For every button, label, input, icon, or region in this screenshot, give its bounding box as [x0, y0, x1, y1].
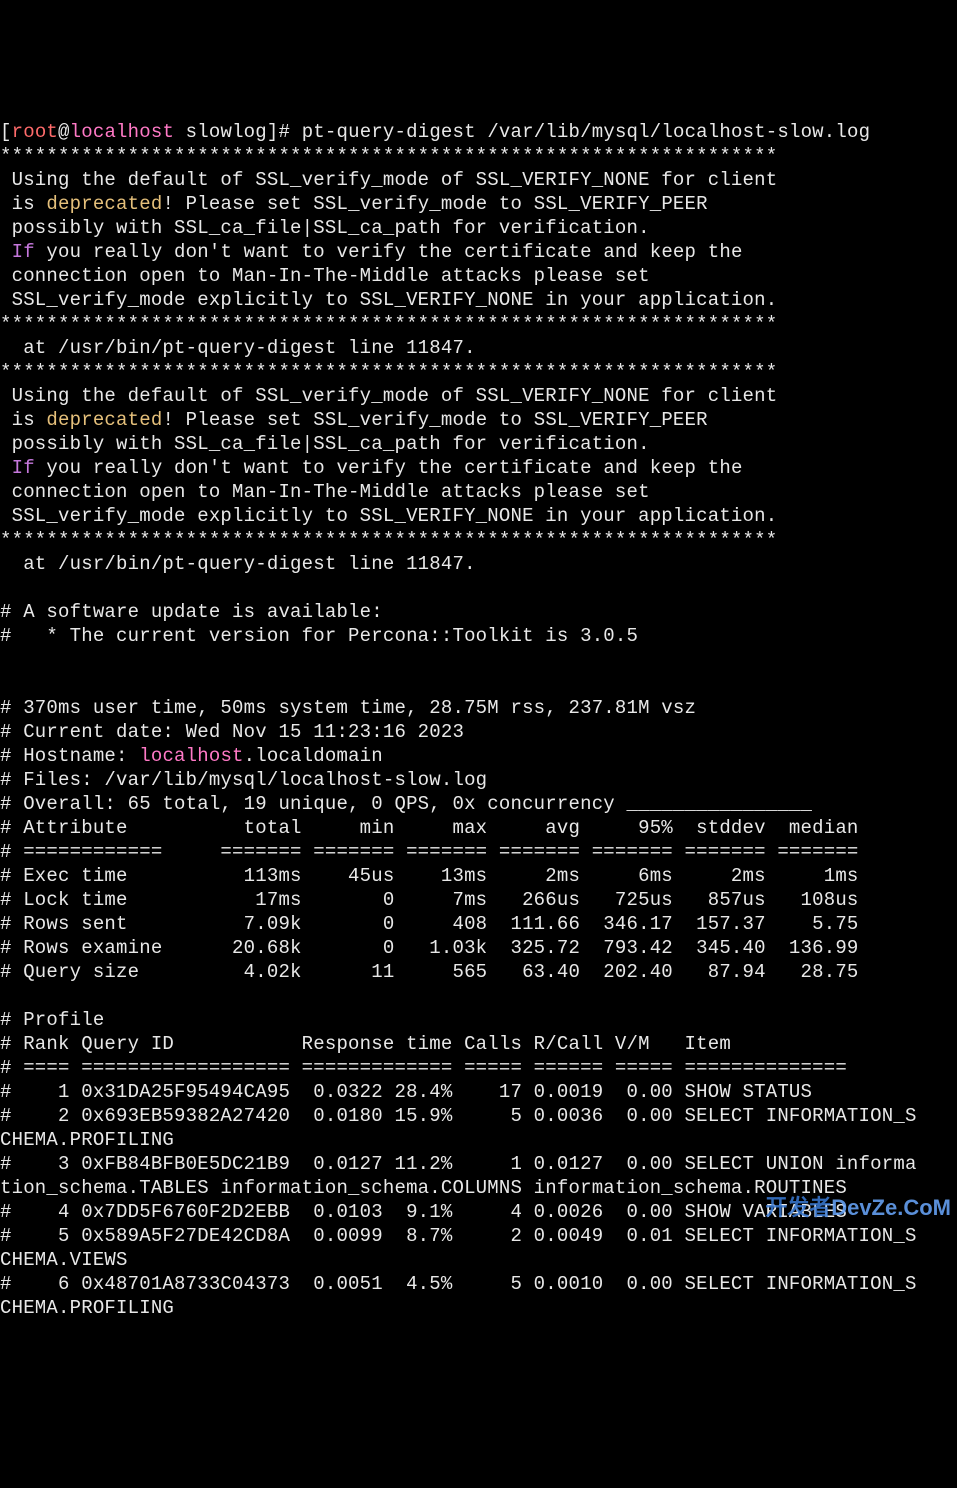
prompt-at: @ [58, 121, 70, 143]
attr-row-examine: # Rows examine 20.68k 0 1.03k 325.72 793… [0, 937, 859, 959]
profile-row: # 3 0xFB84BFB0E5DC21B9 0.0127 11.2% 1 0.… [0, 1153, 917, 1175]
text: # Hostname: [0, 745, 139, 767]
update-version: # * The current version for Percona::Too… [0, 625, 638, 647]
profile-title: # Profile [0, 1009, 104, 1031]
command-text: pt-query-digest /var/lib/mysql/localhost… [302, 121, 871, 143]
separator-stars: ****************************************… [0, 145, 777, 167]
prompt-line[interactable]: [root@localhost slowlog]# pt-query-diges… [0, 121, 870, 143]
attr-separator: # ============ ======= ======= ======= =… [0, 841, 859, 863]
separator-stars: ****************************************… [0, 361, 777, 383]
text: is [0, 409, 46, 431]
text: ! Please set SSL_verify_mode to SSL_VERI… [162, 409, 707, 431]
profile-header: # Rank Query ID Response time Calls R/Ca… [0, 1033, 731, 1055]
profile-row-cont: CHEMA.VIEWS [0, 1249, 128, 1271]
warn-line: possibly with SSL_ca_file|SSL_ca_path fo… [0, 433, 650, 455]
bracket: [ [0, 121, 12, 143]
text: is [0, 193, 46, 215]
terminal-output: [root@localhost slowlog]# pt-query-diges… [0, 96, 957, 1320]
at-line: at /usr/bin/pt-query-digest line 11847. [0, 337, 476, 359]
warn-line: connection open to Man-In-The-Middle att… [0, 265, 650, 287]
deprecated-word: deprecated [46, 193, 162, 215]
summary-files: # Files: /var/lib/mysql/localhost-slow.l… [0, 769, 487, 791]
warn-line: SSL_verify_mode explicitly to SSL_VERIFY… [0, 289, 777, 311]
attr-row-qsize: # Query size 4.02k 11 565 63.40 202.40 8… [0, 961, 859, 983]
summary-date: # Current date: Wed Nov 15 11:23:16 2023 [0, 721, 464, 743]
warn-line: is deprecated! Please set SSL_verify_mod… [0, 409, 708, 431]
profile-row: # 6 0x48701A8733C04373 0.0051 4.5% 5 0.0… [0, 1273, 917, 1295]
profile-row-cont: tion_schema.TABLES information_schema.CO… [0, 1177, 847, 1199]
text [0, 241, 12, 263]
if-keyword: If [12, 241, 35, 263]
text: ! Please set SSL_verify_mode to SSL_VERI… [162, 193, 707, 215]
summary-times: # 370ms user time, 50ms system time, 28.… [0, 697, 696, 719]
prompt-cwd: slowlog [174, 121, 267, 143]
attr-row-sent: # Rows sent 7.09k 0 408 111.66 346.17 15… [0, 913, 859, 935]
summary-overall: # Overall: 65 total, 19 unique, 0 QPS, 0… [0, 793, 812, 815]
at-line: at /usr/bin/pt-query-digest line 11847. [0, 553, 476, 575]
separator-stars: ****************************************… [0, 313, 777, 335]
warn-line: Using the default of SSL_verify_mode of … [0, 169, 777, 191]
attr-row-lock: # Lock time 17ms 0 7ms 266us 725us 857us… [0, 889, 859, 911]
warn-line: SSL_verify_mode explicitly to SSL_VERIFY… [0, 505, 777, 527]
attr-row-exec: # Exec time 113ms 45us 13ms 2ms 6ms 2ms … [0, 865, 859, 887]
deprecated-word: deprecated [46, 409, 162, 431]
warn-line: Using the default of SSL_verify_mode of … [0, 385, 777, 407]
hostname-value: localhost [139, 745, 243, 767]
separator-stars: ****************************************… [0, 529, 777, 551]
bracket-close: ]# [267, 121, 302, 143]
profile-row: # 5 0x589A5F27DE42CD8A 0.0099 8.7% 2 0.0… [0, 1225, 917, 1247]
text: you really don't want to verify the cert… [35, 241, 743, 263]
profile-row-cont: CHEMA.PROFILING [0, 1129, 174, 1151]
warn-line: possibly with SSL_ca_file|SSL_ca_path fo… [0, 217, 650, 239]
prompt-user: root [12, 121, 58, 143]
warn-line: If you really don't want to verify the c… [0, 241, 743, 263]
summary-hostname: # Hostname: localhost.localdomain [0, 745, 383, 767]
warn-line: If you really don't want to verify the c… [0, 457, 743, 479]
profile-row-cont: CHEMA.PROFILING [0, 1297, 174, 1319]
profile-separator: # ==== ================== ============= … [0, 1057, 847, 1079]
prompt-host: localhost [70, 121, 174, 143]
if-keyword: If [12, 457, 35, 479]
update-available: # A software update is available: [0, 601, 383, 623]
profile-row: # 1 0x31DA25F95494CA95 0.0322 28.4% 17 0… [0, 1081, 812, 1103]
attr-header: # Attribute total min max avg 95% stddev… [0, 817, 859, 839]
profile-row: # 2 0x693EB59382A27420 0.0180 15.9% 5 0.… [0, 1105, 917, 1127]
text [0, 457, 12, 479]
warn-line: connection open to Man-In-The-Middle att… [0, 481, 650, 503]
text: .localdomain [244, 745, 383, 767]
text: you really don't want to verify the cert… [35, 457, 743, 479]
warn-line: is deprecated! Please set SSL_verify_mod… [0, 193, 708, 215]
profile-row: # 4 0x7DD5F6760F2D2EBB 0.0103 9.1% 4 0.0… [0, 1201, 847, 1223]
